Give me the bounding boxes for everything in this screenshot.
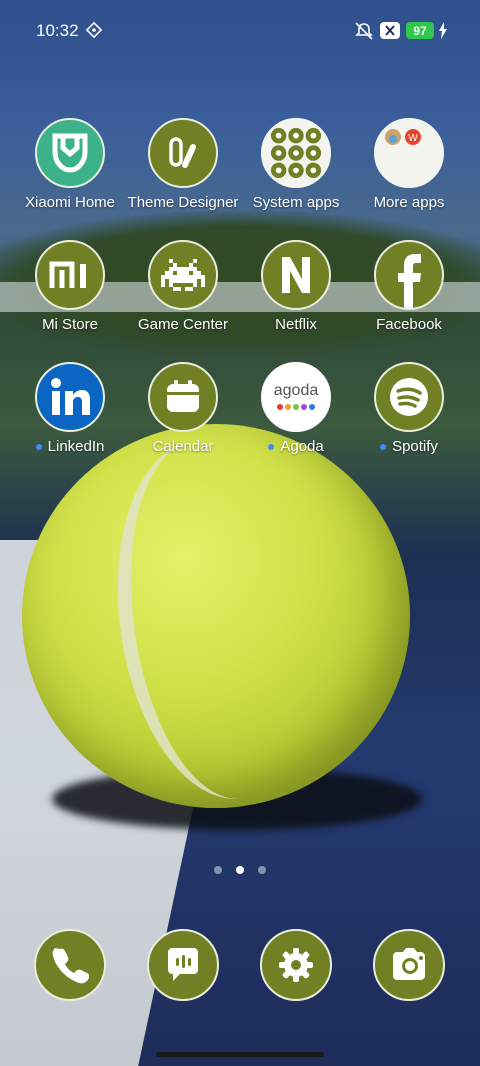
app-agoda[interactable]: agoda Agoda — [240, 362, 352, 455]
charging-bolt-icon — [439, 22, 447, 39]
status-bar: 10:32 97 — [0, 0, 480, 60]
agoda-wordmark: agoda — [273, 382, 319, 399]
system-apps-folder-icon — [261, 118, 331, 188]
app-facebook[interactable]: Facebook — [353, 240, 465, 333]
app-label: Game Center — [137, 316, 229, 333]
page-indicator — [214, 866, 266, 874]
app-label: Calendar — [152, 438, 214, 455]
folder-system-apps[interactable]: System apps — [240, 118, 352, 211]
status-time: 10:32 — [36, 21, 79, 40]
dock-phone[interactable] — [34, 929, 106, 1001]
home-gesture-bar[interactable] — [156, 1052, 324, 1057]
folder-more-apps[interactable]: W More apps — [353, 118, 465, 211]
app-label-with-badge: LinkedIn — [14, 438, 126, 455]
settings-gear-icon — [279, 948, 313, 982]
calendar-icon — [148, 362, 218, 432]
xiaomi-home-icon — [35, 118, 105, 188]
netflix-icon — [261, 240, 331, 310]
location-diamond-icon — [86, 22, 102, 38]
spotify-icon — [374, 362, 444, 432]
facebook-icon — [374, 240, 444, 310]
app-label: Netflix — [275, 316, 317, 333]
app-theme-designer[interactable]: Theme Designer — [127, 118, 239, 211]
game-center-icon — [148, 240, 218, 310]
app-label: Xiaomi Home — [24, 194, 116, 211]
x-badge-icon — [380, 22, 400, 39]
new-badge-dot — [268, 444, 275, 451]
new-badge-dot — [35, 444, 42, 451]
page-dot[interactable] — [214, 866, 222, 874]
home-screen: 10:32 97 Xiaomi Home Theme Designer Syst… — [0, 0, 480, 1066]
more-apps-folder-icon: W — [374, 118, 444, 188]
new-badge-dot — [380, 444, 387, 451]
app-label: Theme Designer — [127, 194, 239, 211]
app-game-center[interactable]: Game Center — [127, 240, 239, 333]
app-xiaomi-home[interactable]: Xiaomi Home — [14, 118, 126, 211]
mi-store-icon — [35, 240, 105, 310]
app-spotify[interactable]: Spotify — [353, 362, 465, 455]
app-linkedin[interactable]: LinkedIn — [14, 362, 126, 455]
svg-text:W: W — [408, 133, 418, 144]
dock-settings[interactable] — [260, 929, 332, 1001]
app-label: Spotify — [392, 438, 438, 455]
app-label: LinkedIn — [47, 438, 105, 455]
app-label: System apps — [252, 194, 340, 211]
page-dot[interactable] — [258, 866, 266, 874]
app-label: Agoda — [280, 438, 324, 455]
app-calendar[interactable]: Calendar — [127, 362, 239, 455]
app-label-with-badge: Agoda — [240, 438, 352, 455]
linkedin-icon — [35, 362, 105, 432]
app-mi-store[interactable]: Mi Store — [14, 240, 126, 333]
page-dot-active[interactable] — [236, 866, 244, 874]
app-label-with-badge: Spotify — [353, 438, 465, 455]
app-label: Facebook — [376, 316, 442, 333]
camera-icon — [393, 948, 425, 980]
dock-messages[interactable] — [147, 929, 219, 1001]
app-label: Mi Store — [42, 316, 98, 333]
agoda-icon: agoda — [261, 362, 331, 432]
battery-indicator: 97 — [406, 22, 434, 39]
theme-designer-icon — [148, 118, 218, 188]
dock-camera[interactable] — [373, 929, 445, 1001]
app-label: More apps — [373, 194, 445, 211]
app-netflix[interactable]: Netflix — [240, 240, 352, 333]
silent-bell-icon — [355, 22, 373, 40]
battery-level: 97 — [413, 23, 427, 38]
messages-icon — [168, 948, 198, 981]
phone-icon — [52, 948, 89, 984]
